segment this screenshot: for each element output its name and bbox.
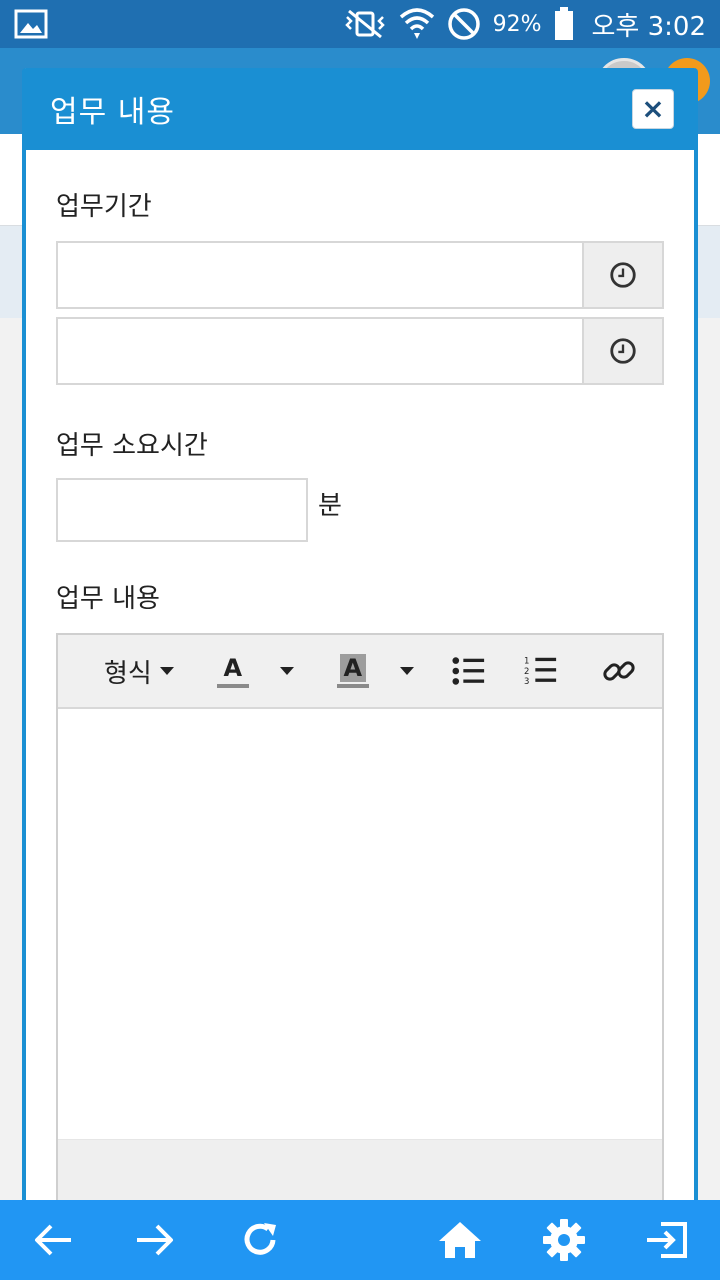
insert-link-button[interactable] [602,654,636,688]
format-dropdown[interactable]: 형식 [104,653,174,690]
bullet-list-button[interactable] [452,655,486,687]
status-clock: 오후 3:02 [591,11,707,42]
rich-text-editor: 형식 A A 1 2 3 [56,633,664,1215]
editor-toolbar: 형식 A A 1 2 3 [58,635,662,709]
exit-button[interactable] [632,1200,702,1280]
start-datetime-picker-button[interactable] [582,243,662,307]
chevron-down-icon [399,667,414,675]
home-icon [439,1222,481,1258]
svg-text:3: 3 [524,677,529,687]
clock-icon [610,338,636,364]
close-button[interactable]: × [632,89,674,129]
numbered-list-button[interactable]: 1 2 3 [524,654,558,688]
chevron-down-icon [159,667,174,675]
forward-arrow-icon [137,1224,173,1256]
back-arrow-icon [35,1224,71,1256]
content-label: 업무 내용 [56,584,160,614]
start-date-group [56,241,664,309]
svg-text:1: 1 [524,656,529,666]
duration-minutes-input[interactable] [56,478,308,542]
refresh-icon [244,1223,276,1255]
work-content-modal: 업무 내용 × 업무기간 업무 소요시간 분 업무 내용 형식 A A 1 2 … [22,68,698,1248]
battery-percent: 92% [492,11,542,37]
home-button[interactable] [425,1200,495,1280]
duration-label: 업무 소요시간 [56,431,208,461]
font-color-icon: A [216,654,250,688]
end-datetime-input[interactable] [58,319,582,383]
font-color-button[interactable]: A [216,654,294,688]
exit-icon [647,1222,687,1258]
duration-unit: 분 [318,490,342,521]
modal-body: 업무기간 업무 소요시간 분 업무 내용 형식 A A 1 2 3 [26,150,694,1215]
background-color-button[interactable]: A [336,654,414,688]
editor-content-area[interactable] [58,709,662,1139]
chevron-down-icon [279,667,294,675]
period-label: 업무기간 [56,192,152,222]
close-icon: × [641,92,665,125]
back-button[interactable] [18,1200,88,1280]
clock-icon [610,262,636,288]
forward-button[interactable] [120,1200,190,1280]
gallery-icon [14,9,48,39]
settings-button[interactable] [529,1200,599,1280]
modal-title: 업무 내용 [50,95,175,130]
wifi-icon [399,8,434,39]
background-color-icon: A [336,654,370,688]
format-label: 형식 [104,658,152,689]
end-date-group [56,317,664,385]
start-datetime-input[interactable] [58,243,582,307]
numbered-list-icon: 1 2 3 [524,656,556,687]
bottom-navigation-bar [0,1200,720,1280]
vibrate-mute-icon [344,9,385,39]
svg-text:2: 2 [524,667,529,677]
status-bar: 92% 오후 3:02 [0,0,720,48]
bullet-list-icon [452,657,484,685]
settings-icon [543,1219,585,1261]
battery-icon [554,7,573,40]
refresh-button[interactable] [225,1200,295,1280]
no-sync-icon [447,8,480,40]
link-icon [603,661,635,681]
modal-header: 업무 내용 × [26,68,694,150]
end-datetime-picker-button[interactable] [582,319,662,383]
